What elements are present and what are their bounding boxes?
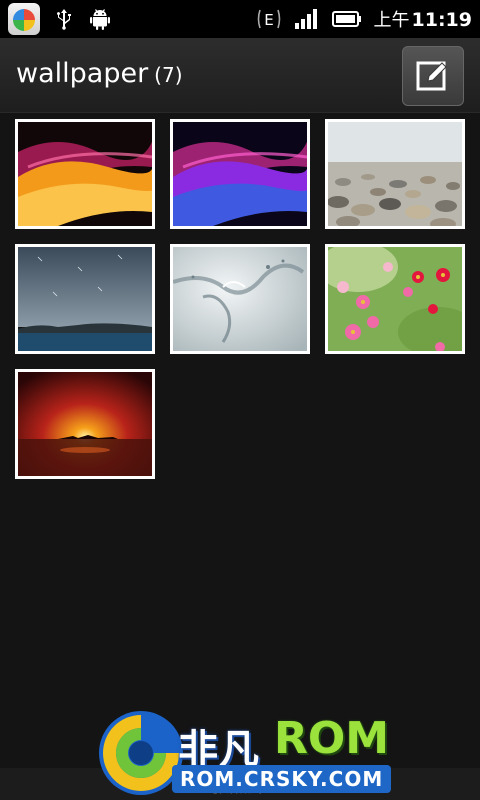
thumbnail-pink-flowers[interactable]	[325, 244, 465, 354]
pink-flowers-image	[328, 247, 462, 351]
battery-icon	[331, 11, 361, 27]
sunset-image	[18, 372, 152, 476]
app-store-icon	[8, 3, 40, 35]
water-splash-image	[173, 247, 307, 351]
thumbnail-sunset[interactable]	[15, 369, 155, 479]
action-bar: wallpaper (7)	[0, 38, 480, 113]
orange-wave-image	[18, 122, 152, 226]
time-value: 11:19	[411, 9, 472, 31]
watermark: 非凡 ROM ROM.CRSKY.COM	[96, 705, 396, 800]
time-period: 上午	[373, 10, 410, 31]
signal-icon	[294, 9, 317, 29]
thumbnail-pebbles[interactable]	[325, 119, 465, 229]
status-bar: E 上午 11:19	[0, 0, 480, 38]
clock: 上午 11:19	[374, 6, 472, 32]
purple-wave-image	[173, 122, 307, 226]
network-type-label: E	[264, 11, 273, 29]
night-lake-image	[18, 247, 152, 351]
android-debug-icon	[90, 9, 110, 30]
network-e-icon: E	[257, 9, 280, 29]
photo-count: (7)	[154, 63, 183, 87]
pebbles-image	[328, 122, 462, 226]
thumbnail-orange-wave[interactable]	[15, 119, 155, 229]
thumbnail-water-splash[interactable]	[170, 244, 310, 354]
thumbnail-night-lake[interactable]	[15, 244, 155, 354]
album-name: wallpaper	[16, 58, 149, 89]
thumbnail-purple-wave[interactable]	[170, 119, 310, 229]
usb-icon	[57, 9, 71, 30]
album-title: wallpaper (7)	[16, 58, 183, 89]
edit-icon	[416, 61, 447, 91]
watermark-title-rom: ROM	[274, 713, 390, 764]
edit-button[interactable]	[402, 46, 464, 106]
watermark-url: ROM.CRSKY.COM	[172, 765, 392, 793]
